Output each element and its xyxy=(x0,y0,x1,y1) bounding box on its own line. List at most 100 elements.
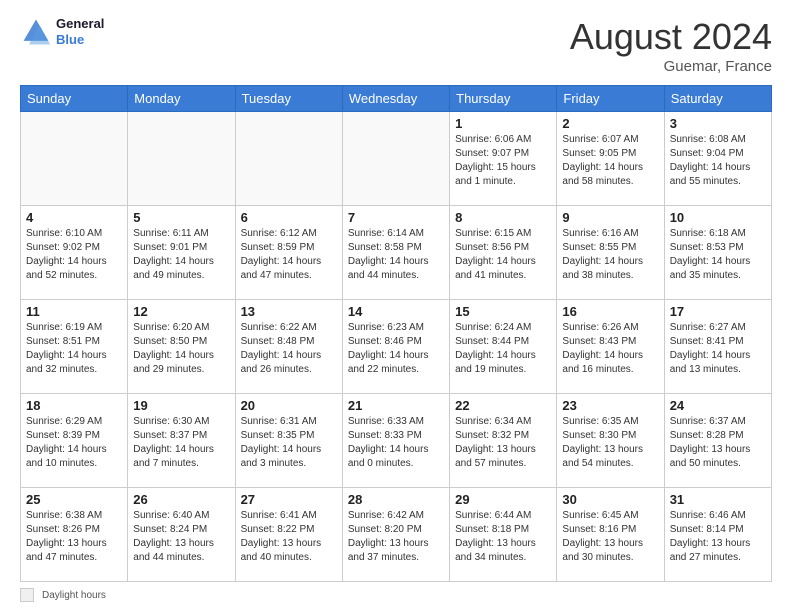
col-friday: Friday xyxy=(557,86,664,112)
day-info: Sunrise: 6:41 AM Sunset: 8:22 PM Dayligh… xyxy=(241,509,337,565)
calendar-cell xyxy=(128,112,235,206)
day-number: 23 xyxy=(562,398,658,413)
calendar-week-2: 4 Sunrise: 6:10 AM Sunset: 9:02 PM Daylig… xyxy=(21,206,772,300)
logo-icon xyxy=(20,16,52,48)
calendar-cell: 31 Sunrise: 6:46 AM Sunset: 8:14 PM Dayli… xyxy=(664,488,771,582)
day-info: Sunrise: 6:20 AM Sunset: 8:50 PM Dayligh… xyxy=(133,321,229,377)
calendar-header-row: Sunday Monday Tuesday Wednesday Thursday… xyxy=(21,86,772,112)
col-thursday: Thursday xyxy=(450,86,557,112)
calendar-cell: 22 Sunrise: 6:34 AM Sunset: 8:32 PM Dayli… xyxy=(450,394,557,488)
calendar-cell xyxy=(342,112,449,206)
calendar-cell: 8 Sunrise: 6:15 AM Sunset: 8:56 PM Daylig… xyxy=(450,206,557,300)
day-number: 16 xyxy=(562,304,658,319)
day-number: 24 xyxy=(670,398,766,413)
day-info: Sunrise: 6:38 AM Sunset: 8:26 PM Dayligh… xyxy=(26,509,122,565)
day-number: 22 xyxy=(455,398,551,413)
calendar-cell: 18 Sunrise: 6:29 AM Sunset: 8:39 PM Dayli… xyxy=(21,394,128,488)
day-info: Sunrise: 6:34 AM Sunset: 8:32 PM Dayligh… xyxy=(455,415,551,471)
day-info: Sunrise: 6:19 AM Sunset: 8:51 PM Dayligh… xyxy=(26,321,122,377)
page: General Blue August 2024 Guemar, France … xyxy=(0,0,792,612)
calendar-cell xyxy=(235,112,342,206)
day-number: 11 xyxy=(26,304,122,319)
day-number: 8 xyxy=(455,210,551,225)
day-info: Sunrise: 6:08 AM Sunset: 9:04 PM Dayligh… xyxy=(670,133,766,189)
day-info: Sunrise: 6:26 AM Sunset: 8:43 PM Dayligh… xyxy=(562,321,658,377)
calendar-cell: 12 Sunrise: 6:20 AM Sunset: 8:50 PM Dayli… xyxy=(128,300,235,394)
calendar-cell: 28Sunrise: 6:42 AM Sunset: 8:20 PM Dayli… xyxy=(342,488,449,582)
calendar-cell: 17Sunrise: 6:27 AM Sunset: 8:41 PM Dayli… xyxy=(664,300,771,394)
day-info: Sunrise: 6:16 AM Sunset: 8:55 PM Dayligh… xyxy=(562,227,658,283)
day-info: Sunrise: 6:24 AM Sunset: 8:44 PM Dayligh… xyxy=(455,321,551,377)
calendar-cell xyxy=(21,112,128,206)
logo-text: General Blue xyxy=(56,16,104,47)
daylight-box xyxy=(20,588,34,602)
day-number: 21 xyxy=(348,398,444,413)
calendar-cell: 20Sunrise: 6:31 AM Sunset: 8:35 PM Dayli… xyxy=(235,394,342,488)
day-info: Sunrise: 6:40 AM Sunset: 8:24 PM Dayligh… xyxy=(133,509,229,565)
day-info: Sunrise: 6:33 AM Sunset: 8:33 PM Dayligh… xyxy=(348,415,444,471)
calendar-cell: 30Sunrise: 6:45 AM Sunset: 8:16 PM Dayli… xyxy=(557,488,664,582)
calendar-cell: 7 Sunrise: 6:14 AM Sunset: 8:58 PM Daylig… xyxy=(342,206,449,300)
calendar-cell: 15 Sunrise: 6:24 AM Sunset: 8:44 PM Dayli… xyxy=(450,300,557,394)
calendar-cell: 1Sunrise: 6:06 AM Sunset: 9:07 PM Daylig… xyxy=(450,112,557,206)
day-info: Sunrise: 6:30 AM Sunset: 8:37 PM Dayligh… xyxy=(133,415,229,471)
day-info: Sunrise: 6:14 AM Sunset: 8:58 PM Dayligh… xyxy=(348,227,444,283)
day-info: Sunrise: 6:44 AM Sunset: 8:18 PM Dayligh… xyxy=(455,509,551,565)
day-number: 18 xyxy=(26,398,122,413)
day-number: 31 xyxy=(670,492,766,507)
logo: General Blue xyxy=(20,16,104,48)
day-info: Sunrise: 6:07 AM Sunset: 9:05 PM Dayligh… xyxy=(562,133,658,189)
col-saturday: Saturday xyxy=(664,86,771,112)
month-title: August 2024 xyxy=(570,16,772,58)
location: Guemar, France xyxy=(570,58,772,75)
calendar-cell: 11 Sunrise: 6:19 AM Sunset: 8:51 PM Dayli… xyxy=(21,300,128,394)
title-block: August 2024 Guemar, France xyxy=(570,16,772,75)
day-number: 29 xyxy=(455,492,551,507)
day-number: 28 xyxy=(348,492,444,507)
calendar-cell: 2Sunrise: 6:07 AM Sunset: 9:05 PM Daylig… xyxy=(557,112,664,206)
col-monday: Monday xyxy=(128,86,235,112)
calendar-cell: 5 Sunrise: 6:11 AM Sunset: 9:01 PM Daylig… xyxy=(128,206,235,300)
day-info: Sunrise: 6:06 AM Sunset: 9:07 PM Dayligh… xyxy=(455,133,551,189)
calendar-cell: 10Sunrise: 6:18 AM Sunset: 8:53 PM Dayli… xyxy=(664,206,771,300)
day-number: 5 xyxy=(133,210,229,225)
day-info: Sunrise: 6:37 AM Sunset: 8:28 PM Dayligh… xyxy=(670,415,766,471)
calendar-cell: 19 Sunrise: 6:30 AM Sunset: 8:37 PM Dayli… xyxy=(128,394,235,488)
day-number: 25 xyxy=(26,492,122,507)
daylight-label: Daylight hours xyxy=(42,590,106,601)
day-number: 7 xyxy=(348,210,444,225)
calendar-cell: 27 Sunrise: 6:41 AM Sunset: 8:22 PM Dayli… xyxy=(235,488,342,582)
calendar-cell: 4 Sunrise: 6:10 AM Sunset: 9:02 PM Daylig… xyxy=(21,206,128,300)
calendar-week-5: 25 Sunrise: 6:38 AM Sunset: 8:26 PM Dayli… xyxy=(21,488,772,582)
day-info: Sunrise: 6:45 AM Sunset: 8:16 PM Dayligh… xyxy=(562,509,658,565)
day-info: Sunrise: 6:15 AM Sunset: 8:56 PM Dayligh… xyxy=(455,227,551,283)
day-number: 12 xyxy=(133,304,229,319)
calendar-cell: 6 Sunrise: 6:12 AM Sunset: 8:59 PM Daylig… xyxy=(235,206,342,300)
calendar-cell: 29 Sunrise: 6:44 AM Sunset: 8:18 PM Dayli… xyxy=(450,488,557,582)
col-tuesday: Tuesday xyxy=(235,86,342,112)
col-wednesday: Wednesday xyxy=(342,86,449,112)
calendar-cell: 21 Sunrise: 6:33 AM Sunset: 8:33 PM Dayli… xyxy=(342,394,449,488)
day-number: 19 xyxy=(133,398,229,413)
calendar-cell: 3 Sunrise: 6:08 AM Sunset: 9:04 PM Daylig… xyxy=(664,112,771,206)
calendar-week-3: 11 Sunrise: 6:19 AM Sunset: 8:51 PM Dayli… xyxy=(21,300,772,394)
day-number: 3 xyxy=(670,116,766,131)
calendar-cell: 24 Sunrise: 6:37 AM Sunset: 8:28 PM Dayli… xyxy=(664,394,771,488)
calendar-week-1: 1Sunrise: 6:06 AM Sunset: 9:07 PM Daylig… xyxy=(21,112,772,206)
day-number: 27 xyxy=(241,492,337,507)
day-info: Sunrise: 6:46 AM Sunset: 8:14 PM Dayligh… xyxy=(670,509,766,565)
day-info: Sunrise: 6:22 AM Sunset: 8:48 PM Dayligh… xyxy=(241,321,337,377)
day-info: Sunrise: 6:12 AM Sunset: 8:59 PM Dayligh… xyxy=(241,227,337,283)
day-info: Sunrise: 6:11 AM Sunset: 9:01 PM Dayligh… xyxy=(133,227,229,283)
day-info: Sunrise: 6:27 AM Sunset: 8:41 PM Dayligh… xyxy=(670,321,766,377)
day-number: 9 xyxy=(562,210,658,225)
day-number: 6 xyxy=(241,210,337,225)
calendar-cell: 26Sunrise: 6:40 AM Sunset: 8:24 PM Dayli… xyxy=(128,488,235,582)
calendar-cell: 23Sunrise: 6:35 AM Sunset: 8:30 PM Dayli… xyxy=(557,394,664,488)
day-number: 4 xyxy=(26,210,122,225)
day-info: Sunrise: 6:10 AM Sunset: 9:02 PM Dayligh… xyxy=(26,227,122,283)
day-info: Sunrise: 6:29 AM Sunset: 8:39 PM Dayligh… xyxy=(26,415,122,471)
day-number: 20 xyxy=(241,398,337,413)
day-number: 15 xyxy=(455,304,551,319)
calendar-cell: 16 Sunrise: 6:26 AM Sunset: 8:43 PM Dayli… xyxy=(557,300,664,394)
